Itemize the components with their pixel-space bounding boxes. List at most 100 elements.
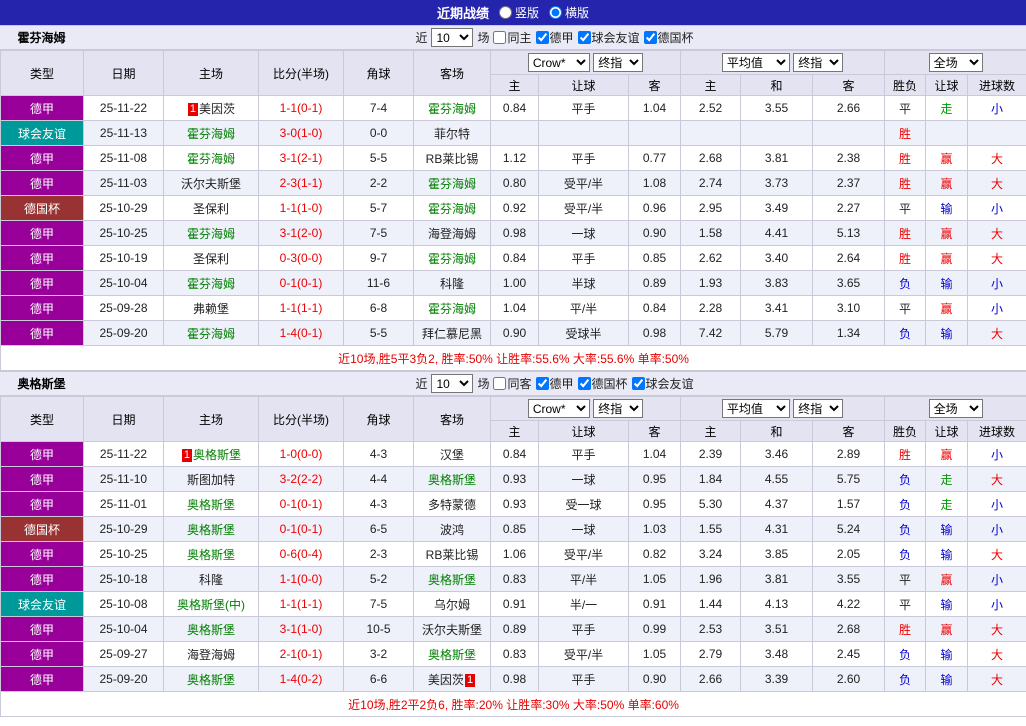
scope-select[interactable]: 全场 (928, 53, 983, 72)
sub-column-header: 胜负 (884, 420, 927, 442)
cell-handicap: 平手 (538, 441, 629, 467)
avg-stage-select[interactable]: 终指 (793, 53, 844, 72)
cell-score: 1-1(0-0) (258, 566, 344, 592)
cell-handicap-result: 输 (925, 270, 969, 296)
cell-date: 25-10-04 (83, 270, 164, 296)
cell-avg-draw (740, 120, 814, 146)
cell-avg-draw: 3.55 (740, 95, 814, 121)
cell-score: 3-2(2-2) (258, 466, 344, 492)
cell-handicap: 受一球 (538, 491, 629, 517)
cell-avg-away: 2.89 (812, 441, 886, 467)
league-checkbox[interactable] (577, 31, 591, 44)
cell-away-team: 奥格斯堡 (413, 566, 491, 592)
league-filter[interactable]: 德甲 (535, 29, 574, 46)
team-text: 圣保利 (192, 251, 229, 266)
cell-avg-draw: 3.39 (740, 666, 814, 692)
avg-group-header: 平均值 终指 (680, 50, 886, 75)
cell-corners: 0-0 (343, 120, 414, 146)
odds-source-select[interactable]: Crow* (527, 399, 590, 418)
cell-score: 1-4(0-1) (258, 320, 344, 346)
league-filter[interactable]: 德国杯 (577, 375, 628, 392)
layout-option-horizontal[interactable]: 横版 (549, 4, 589, 21)
cell-away-team: 霍芬海姆 (413, 245, 491, 271)
cell-avg-home: 3.24 (680, 541, 742, 567)
vertical-layout-radio[interactable] (498, 6, 512, 19)
scope-select[interactable]: 全场 (928, 399, 983, 418)
horizontal-layout-radio[interactable] (549, 6, 562, 19)
cell-goals-result: 小 (967, 270, 1026, 296)
cell-goals-result: 小 (967, 591, 1026, 617)
team-text: 海登海姆 (186, 647, 235, 662)
cell-away-team: 乌尔姆 (413, 591, 491, 617)
cell-handicap: 平手 (538, 95, 629, 121)
league-checkbox[interactable] (535, 31, 549, 44)
odds-stage-select[interactable]: 终指 (593, 53, 644, 72)
match-row: 德甲 25-10-25 奥格斯堡 0-6(0-4) 2-3 RB莱比锡 1.06 受平/半 0.… (0, 541, 1026, 567)
cell-odds-home: 1.06 (490, 541, 539, 567)
avg-source-select[interactable]: 平均值 (721, 53, 790, 72)
cell-odds-home: 0.80 (490, 170, 539, 196)
same-venue-filter[interactable]: 同主 (493, 29, 532, 46)
cell-result: 负 (884, 320, 927, 346)
sub-column-header: 客 (627, 420, 682, 442)
team-text: 奥格斯堡 (186, 497, 235, 512)
cell-away-team: 霍芬海姆 (413, 295, 491, 321)
column-header: 比分(半场) (258, 50, 344, 96)
league-filter[interactable]: 球会友谊 (577, 29, 640, 46)
sections-container: 霍芬海姆近 10 场同主 德甲 球会友谊 德国杯 类型 日期 主场 比分(半场) 角球 客场 Crow*… (0, 25, 1026, 717)
league-filter-label: 德国杯 (591, 377, 628, 391)
cell-league: 德甲 (0, 270, 84, 296)
cell-score: 2-3(1-1) (258, 170, 344, 196)
cell-avg-draw: 3.40 (740, 245, 814, 271)
cell-avg-home: 2.95 (680, 195, 742, 221)
cell-handicap-result: 走 (925, 95, 969, 121)
match-row: 德甲 25-11-08 霍芬海姆 3-1(2-1) 5-5 RB莱比锡 1.12 平手 0.77… (0, 145, 1026, 171)
column-header: 主场 (163, 396, 259, 442)
header-row-main: 类型 日期 主场 比分(半场) 角球 客场 Crow* 终指 平均值 终指 全场 (0, 50, 1026, 96)
league-checkbox[interactable] (643, 31, 657, 44)
cell-handicap-result: 赢 (925, 245, 969, 271)
sub-column-header: 客 (627, 74, 682, 96)
odds-stage-select[interactable]: 终指 (593, 399, 644, 418)
cell-away-team: 霍芬海姆 (413, 170, 491, 196)
cell-avg-away: 1.57 (812, 491, 886, 517)
cell-away-team: 美因茨 1 (413, 666, 491, 692)
cell-avg-away: 5.24 (812, 516, 886, 542)
cell-home-team: 1 美因茨 (163, 95, 259, 121)
league-checkbox[interactable] (577, 377, 591, 390)
same-venue-filter[interactable]: 同客 (493, 375, 532, 392)
cell-corners: 6-5 (343, 516, 414, 542)
cell-avg-home: 2.39 (680, 441, 742, 467)
cell-date: 25-11-22 (83, 95, 164, 121)
recent-count-select[interactable]: 10 (431, 374, 474, 393)
cell-goals-result (967, 120, 1026, 146)
cell-date: 25-10-08 (83, 591, 164, 617)
same-venue-checkbox[interactable] (493, 31, 507, 44)
cell-corners: 5-2 (343, 566, 414, 592)
match-row: 德甲 25-11-10 斯图加特 3-2(2-2) 4-4 奥格斯堡 0.93 一球 0.95 1… (0, 466, 1026, 492)
league-filter[interactable]: 德国杯 (643, 29, 694, 46)
league-filter[interactable]: 德甲 (535, 375, 574, 392)
league-checkbox[interactable] (631, 377, 645, 390)
cell-away-team: 霍芬海姆 (413, 195, 491, 221)
layout-option-vertical[interactable]: 竖版 (498, 4, 539, 21)
match-row: 球会友谊 25-11-13 霍芬海姆 3-0(1-0) 0-0 菲尔特 胜 (0, 120, 1026, 146)
cell-corners: 2-2 (343, 170, 414, 196)
sub-column-header: 胜负 (884, 74, 927, 96)
odds-source-select[interactable]: Crow* (527, 53, 590, 72)
recent-count-select[interactable]: 10 (431, 28, 474, 47)
same-venue-label: 同主 (507, 31, 532, 45)
cell-goals-result: 大 (967, 170, 1026, 196)
same-venue-checkbox[interactable] (493, 377, 507, 390)
column-header: 比分(半场) (258, 396, 344, 442)
cell-date: 25-11-10 (83, 466, 164, 492)
league-filter[interactable]: 球会友谊 (631, 375, 694, 392)
league-checkbox[interactable] (535, 377, 549, 390)
cell-away-team: 拜仁慕尼黑 (413, 320, 491, 346)
column-header: 日期 (83, 50, 164, 96)
team-text: 奥格斯堡 (186, 522, 235, 537)
avg-source-select[interactable]: 平均值 (721, 399, 790, 418)
league-filter-label: 德国杯 (657, 31, 694, 45)
cell-avg-home: 2.28 (680, 295, 742, 321)
avg-stage-select[interactable]: 终指 (793, 399, 844, 418)
